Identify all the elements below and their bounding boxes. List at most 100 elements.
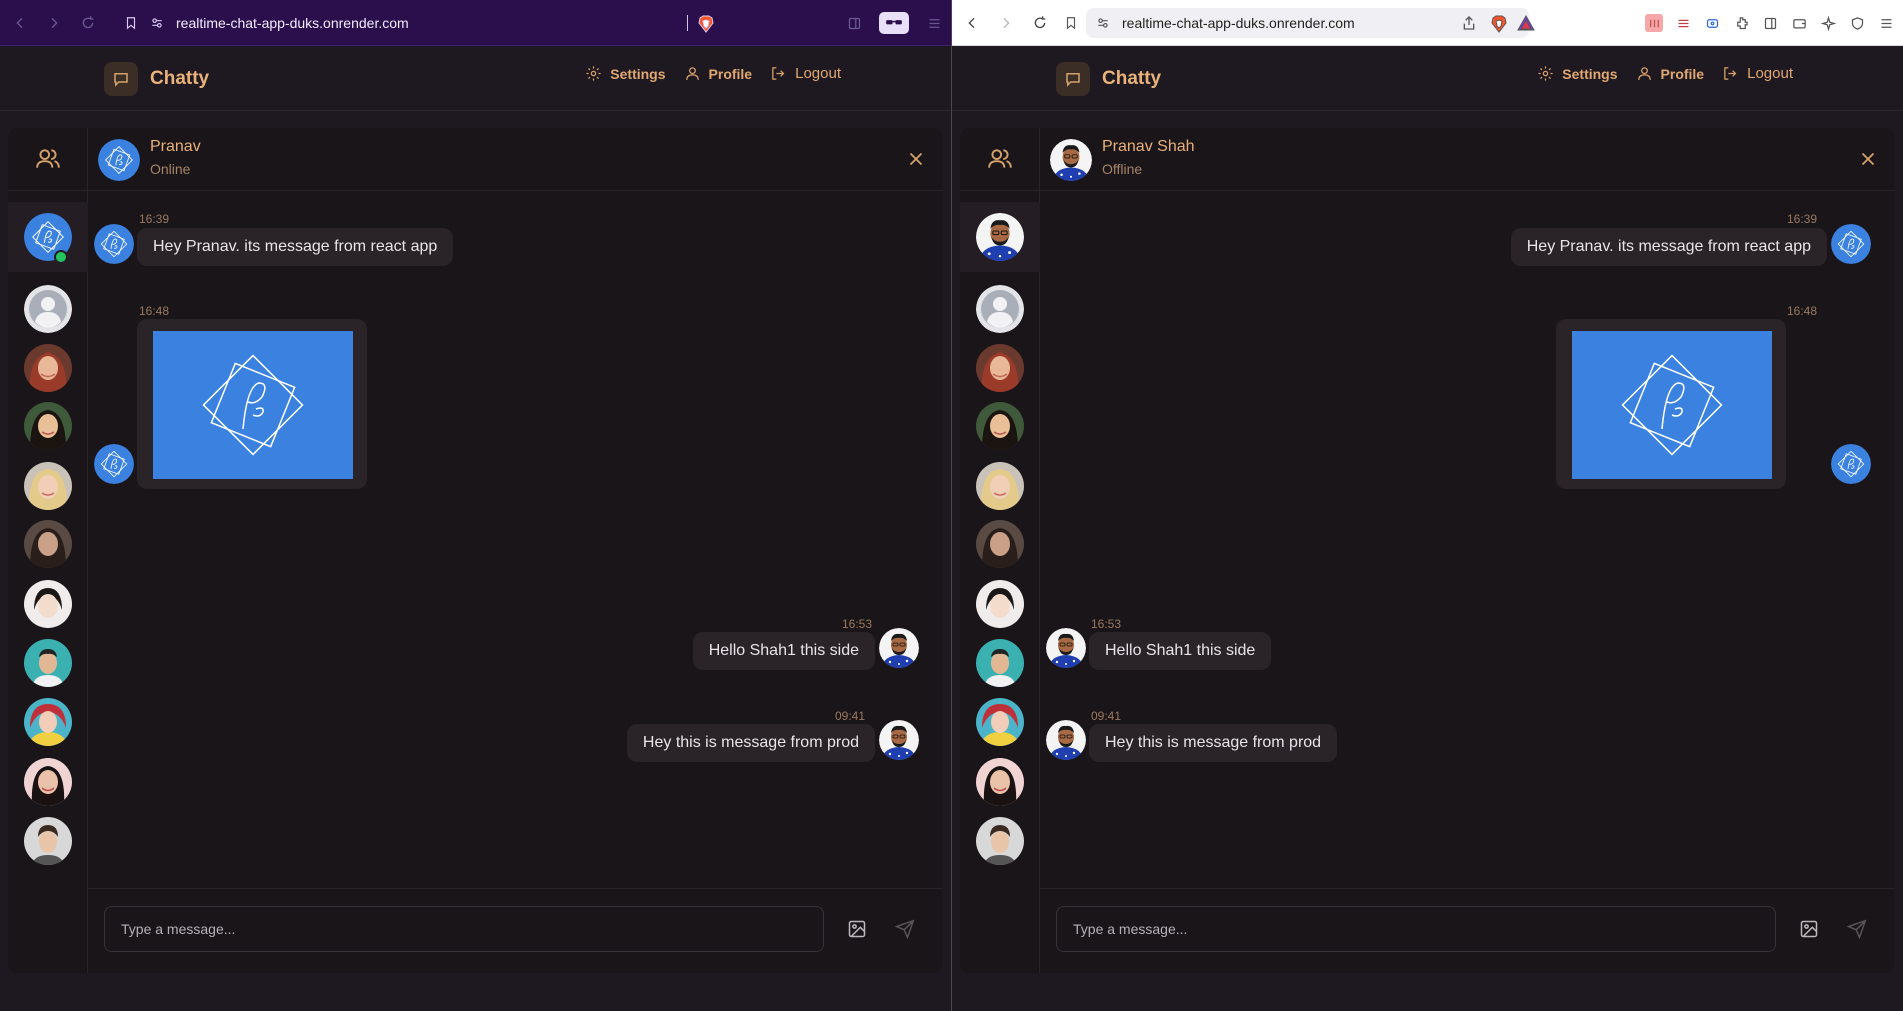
- sidebar-toggle-icon[interactable]: [845, 14, 863, 32]
- contacts-header: [8, 128, 87, 191]
- shared-image[interactable]: [153, 331, 353, 479]
- contact-item-pranav-shah[interactable]: [960, 202, 1040, 272]
- sidebar-toggle-icon[interactable]: [1761, 14, 1779, 32]
- message-time: 16:39: [1787, 212, 1818, 226]
- puzzle-icon[interactable]: [1732, 14, 1750, 32]
- avatar: [976, 758, 1024, 806]
- bookmark-icon[interactable]: [1062, 14, 1080, 32]
- contact-item[interactable]: [8, 806, 88, 876]
- menu-icon[interactable]: [925, 14, 943, 32]
- app-header: Chatty Settings Profile Logout: [0, 46, 951, 111]
- settings-label: Settings: [1562, 65, 1618, 82]
- chat-panel: Pranav Online 16:39 Hey Pranav. its mess…: [88, 128, 943, 973]
- gear-icon: [1538, 66, 1553, 81]
- address-bar[interactable]: realtime-chat-app-duks.onrender.com: [118, 7, 722, 38]
- avatar: [24, 462, 72, 510]
- shared-image[interactable]: [1572, 331, 1772, 479]
- extension-icon[interactable]: [1674, 14, 1692, 32]
- leo-ai-icon[interactable]: [1819, 14, 1837, 32]
- profile-label: Profile: [708, 65, 753, 82]
- app-logo[interactable]: Chatty: [1056, 62, 1161, 96]
- extension-icon[interactable]: [1645, 14, 1663, 32]
- menu-icon[interactable]: [1877, 14, 1895, 32]
- profile-button[interactable]: Profile: [1636, 65, 1705, 82]
- avatar: [976, 462, 1024, 510]
- chat-header: Pranav Online: [88, 128, 943, 191]
- avatar: [24, 698, 72, 746]
- image-message[interactable]: [137, 319, 367, 489]
- browser-toolbar: realtime-chat-app-duks.onrender.com: [952, 0, 1903, 46]
- settings-label: Settings: [610, 65, 666, 82]
- chat-container: Pranav Online 16:39 Hey Pranav. its mess…: [8, 128, 943, 973]
- wallet-icon[interactable]: [1790, 14, 1808, 32]
- toolbar-separator: [687, 14, 688, 31]
- share-icon[interactable]: [1461, 15, 1477, 31]
- private-window-icon[interactable]: [879, 12, 909, 34]
- message-avatar: [879, 720, 919, 760]
- image-upload-icon[interactable]: [839, 911, 875, 947]
- app-logo[interactable]: Chatty: [104, 62, 209, 96]
- reload-icon[interactable]: [1030, 13, 1050, 33]
- app-nav: Settings Profile Logout: [585, 65, 841, 82]
- brave-rewards-icon[interactable]: [1517, 14, 1535, 31]
- message-time: 09:41: [835, 709, 866, 723]
- close-icon[interactable]: [905, 148, 927, 170]
- vpn-shield-icon[interactable]: [1848, 14, 1866, 32]
- url-text[interactable]: realtime-chat-app-duks.onrender.com: [1122, 15, 1355, 31]
- send-icon[interactable]: [887, 911, 923, 947]
- user-icon: [685, 67, 699, 80]
- message-bubble: Hey this is message from prod: [626, 724, 875, 762]
- contact-item-pranav[interactable]: [8, 202, 88, 272]
- bookmark-icon[interactable]: [122, 14, 140, 32]
- profile-label: Profile: [1660, 65, 1705, 82]
- message-avatar: [94, 224, 134, 264]
- back-icon[interactable]: [962, 13, 982, 33]
- avatar: [976, 520, 1024, 568]
- reload-icon[interactable]: [78, 13, 98, 33]
- avatar: [976, 402, 1024, 450]
- chat-panel: Pranav Shah Offline 16:39 Hey Pranav. it…: [1040, 128, 1895, 973]
- message-input[interactable]: [104, 906, 824, 952]
- avatar: [24, 580, 72, 628]
- site-settings-icon[interactable]: [148, 14, 166, 32]
- url-text[interactable]: realtime-chat-app-duks.onrender.com: [176, 15, 409, 31]
- message-avatar: [1046, 720, 1086, 760]
- logout-icon: [772, 67, 785, 80]
- logout-button[interactable]: Logout: [770, 65, 841, 82]
- chat-user-status: Online: [150, 161, 191, 177]
- chat-user-name: Pranav Shah: [1102, 138, 1195, 155]
- avatar: [24, 758, 72, 806]
- profile-button[interactable]: Profile: [684, 65, 753, 82]
- close-icon[interactable]: [1857, 148, 1879, 170]
- message-bubble: Hey Pranav. its message from react app: [137, 228, 454, 266]
- message-composer: [1040, 888, 1895, 973]
- message-list: 16:39 Hey Pranav. its message from react…: [1040, 192, 1895, 877]
- message-avatar: [94, 444, 134, 484]
- site-settings-icon[interactable]: [1094, 14, 1112, 32]
- contact-item[interactable]: [960, 806, 1040, 876]
- message-avatar: [879, 628, 919, 668]
- gear-icon: [586, 66, 601, 81]
- avatar: [24, 817, 72, 865]
- contacts-sidebar: [8, 128, 88, 973]
- extension-icon[interactable]: [1703, 14, 1721, 32]
- brave-shields-icon[interactable]: [698, 15, 714, 33]
- settings-button[interactable]: Settings: [585, 65, 666, 82]
- send-icon[interactable]: [1839, 911, 1875, 947]
- back-icon[interactable]: [10, 13, 30, 33]
- message-avatar: [1046, 628, 1086, 668]
- logout-button[interactable]: Logout: [1722, 65, 1793, 82]
- avatar: [976, 817, 1024, 865]
- settings-button[interactable]: Settings: [1537, 65, 1618, 82]
- message-time: 16:53: [1091, 617, 1122, 631]
- brave-shields-icon[interactable]: [1491, 15, 1507, 33]
- message-avatar: [1831, 444, 1871, 484]
- message-input[interactable]: [1056, 906, 1776, 952]
- address-bar[interactable]: realtime-chat-app-duks.onrender.com: [1066, 7, 1535, 38]
- forward-icon[interactable]: [44, 13, 64, 33]
- chat-container: Pranav Shah Offline 16:39 Hey Pranav. it…: [960, 128, 1895, 973]
- avatar: [976, 639, 1024, 687]
- forward-icon[interactable]: [996, 13, 1016, 33]
- image-upload-icon[interactable]: [1791, 911, 1827, 947]
- image-message[interactable]: [1556, 319, 1786, 489]
